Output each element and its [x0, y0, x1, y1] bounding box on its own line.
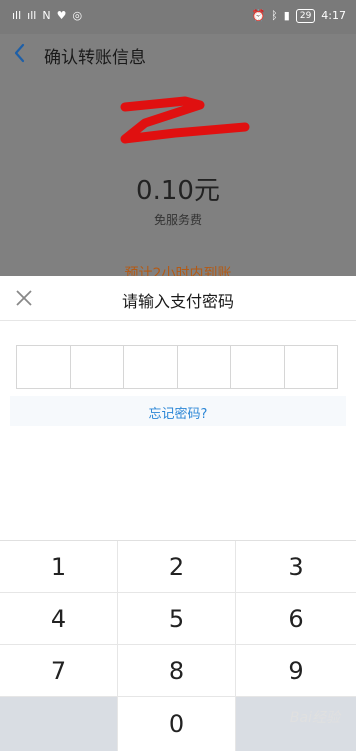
key-3[interactable]: 3: [236, 541, 356, 593]
signal-icon: ıll: [12, 9, 22, 22]
password-digit-1[interactable]: [17, 346, 71, 388]
redaction-scribble: [120, 96, 250, 144]
fee-label: 免服务费: [153, 213, 202, 227]
key-2[interactable]: 2: [118, 541, 236, 593]
battery-level: 29: [295, 9, 316, 23]
app-icon: ◎: [72, 9, 83, 22]
health-icon: ♥: [56, 9, 67, 22]
password-input[interactable]: [16, 345, 338, 389]
sheet-title: 请输入支付密码: [121, 292, 234, 311]
transfer-amount: 0.10元: [136, 176, 220, 206]
numeric-keypad: 1 2 3 4 5 6 7 8 9 0 Bai经验: [0, 540, 356, 751]
nfc-icon: N: [42, 9, 51, 22]
password-digit-3[interactable]: [124, 346, 178, 388]
status-bar: ıll ıll N ♥ ◎ ⏰ ᛒ ▮ 29 4:17: [0, 0, 356, 34]
nav-bar: 确认转账信息: [0, 34, 356, 72]
clock: 4:17: [321, 9, 346, 22]
key-8[interactable]: 8: [118, 645, 236, 697]
key-9[interactable]: 9: [236, 645, 356, 697]
key-4[interactable]: 4: [0, 593, 118, 645]
back-arrow-icon[interactable]: [12, 43, 28, 63]
key-6[interactable]: 6: [236, 593, 356, 645]
sheet-header: 请输入支付密码: [0, 276, 356, 321]
password-digit-2[interactable]: [71, 346, 124, 388]
bluetooth-icon: ᛒ: [271, 9, 278, 22]
password-sheet: 请输入支付密码 忘记密码?: [0, 276, 356, 540]
forgot-password-link[interactable]: 忘记密码?: [10, 403, 346, 422]
forgot-password-row: 忘记密码?: [10, 396, 346, 426]
key-blank-left: [0, 697, 118, 751]
password-digit-5[interactable]: [231, 346, 285, 388]
key-1[interactable]: 1: [0, 541, 118, 593]
watermark-text: Bai经验: [289, 710, 340, 726]
vibrate-icon: ▮: [283, 9, 290, 22]
signal-icon-2: ıll: [27, 9, 37, 22]
key-7[interactable]: 7: [0, 645, 118, 697]
password-digit-6[interactable]: [285, 346, 338, 388]
page-title: 确认转账信息: [44, 48, 146, 68]
alarm-icon: ⏰: [251, 9, 266, 22]
password-digit-4[interactable]: [178, 346, 231, 388]
key-5[interactable]: 5: [118, 593, 236, 645]
key-0[interactable]: 0: [118, 697, 236, 751]
